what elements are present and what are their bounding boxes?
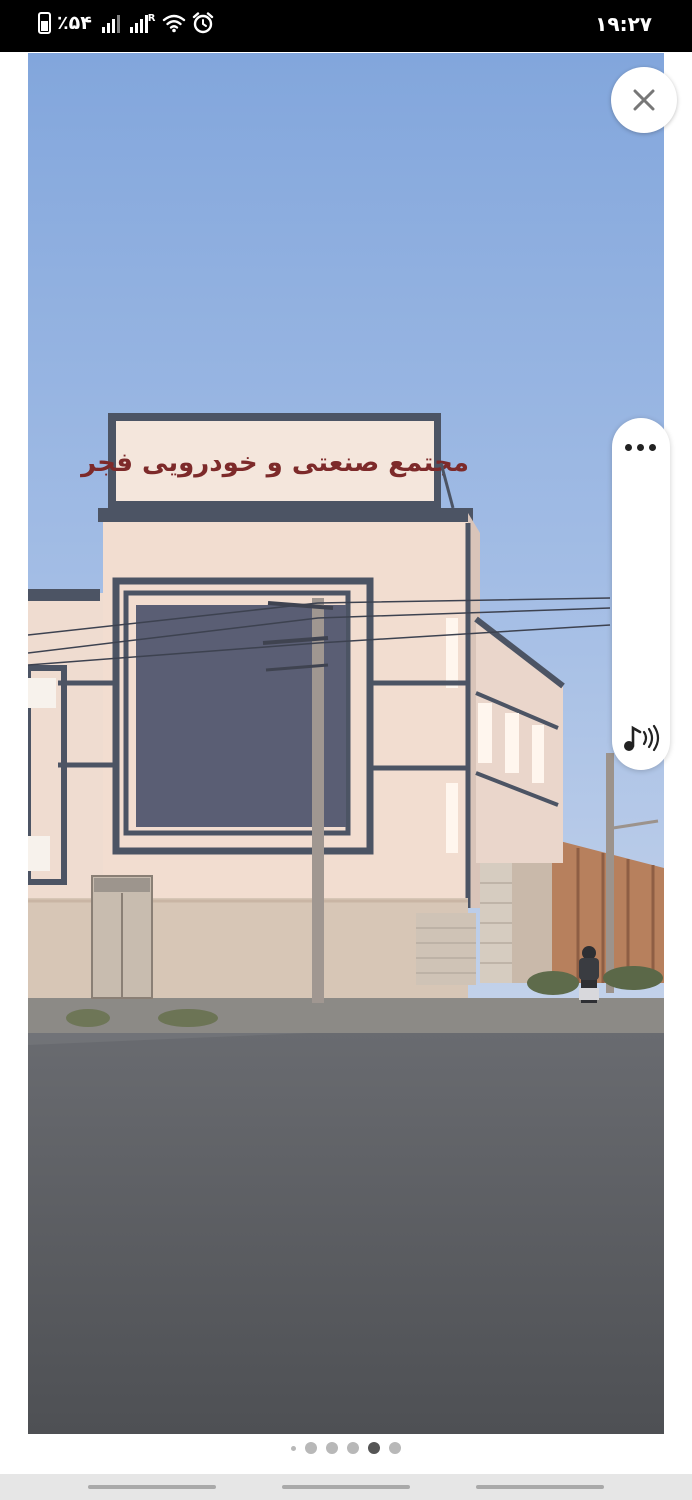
signal-icon <box>101 13 120 33</box>
page-dot[interactable] <box>326 1442 338 1454</box>
signal-icon-2: R <box>129 13 156 33</box>
close-icon <box>633 89 655 111</box>
more-options-icon[interactable] <box>625 442 657 452</box>
battery-percentage: ٪۵۴ <box>57 12 92 34</box>
battery-icon <box>38 12 51 34</box>
status-icons: ٪۵۴ R <box>38 12 214 34</box>
nav-back-button[interactable] <box>88 1485 216 1489</box>
sound-icon[interactable] <box>623 723 661 753</box>
page-dot-active[interactable] <box>368 1442 380 1454</box>
page-dot[interactable] <box>389 1442 401 1454</box>
page-dot[interactable] <box>305 1442 317 1454</box>
status-clock: ۱۹:۲۷ <box>595 12 652 36</box>
nav-recents-button[interactable] <box>476 1485 604 1489</box>
page-dot[interactable] <box>291 1445 296 1451</box>
alarm-icon <box>192 12 213 34</box>
gallery-photo[interactable]: مجتمع صنعتی و خودرویی فجر <box>28 53 664 1434</box>
building-photo: مجتمع صنعتی و خودرویی فجر <box>28 53 664 1434</box>
roaming-indicator: R <box>147 13 156 24</box>
wifi-icon <box>162 14 185 33</box>
sign-text: مجتمع صنعتی و خودرویی فجر <box>79 448 469 478</box>
close-button[interactable] <box>611 67 677 133</box>
nav-home-button[interactable] <box>282 1485 410 1489</box>
gallery-pagination <box>0 1440 692 1456</box>
page-dot[interactable] <box>347 1442 359 1454</box>
system-nav-bar <box>0 1474 692 1500</box>
status-bar: ٪۵۴ R ۱۹:۲۷ <box>0 0 692 52</box>
side-action-panel <box>612 418 670 770</box>
